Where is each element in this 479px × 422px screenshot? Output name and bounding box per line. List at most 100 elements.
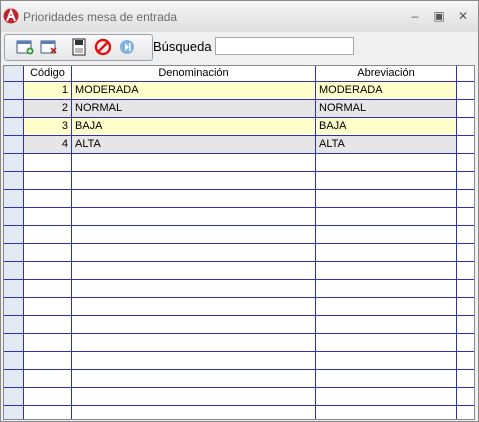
row-indicator[interactable] — [4, 208, 24, 226]
search-input[interactable] — [215, 37, 354, 55]
row-indicator[interactable] — [4, 100, 24, 118]
cell-denominacion[interactable] — [72, 226, 316, 244]
cell-abreviacion[interactable] — [316, 298, 457, 316]
cell-denominacion[interactable] — [72, 316, 316, 334]
row-indicator[interactable] — [4, 190, 24, 208]
cell-codigo[interactable]: 1 — [24, 82, 72, 100]
cell-spacer[interactable] — [457, 352, 474, 370]
row-indicator[interactable] — [4, 118, 24, 136]
cell-denominacion[interactable] — [72, 334, 316, 352]
cell-denominacion[interactable] — [72, 190, 316, 208]
cell-spacer[interactable] — [457, 172, 474, 190]
cell-spacer[interactable] — [457, 208, 474, 226]
cell-denominacion[interactable] — [72, 244, 316, 262]
cell-codigo[interactable] — [24, 406, 72, 419]
cell-abreviacion[interactable] — [316, 244, 457, 262]
cell-abreviacion[interactable] — [316, 370, 457, 388]
table-row[interactable] — [4, 208, 474, 226]
table-row[interactable] — [4, 262, 474, 280]
cell-spacer[interactable] — [457, 298, 474, 316]
cell-denominacion[interactable] — [72, 262, 316, 280]
cell-spacer[interactable] — [457, 190, 474, 208]
row-indicator[interactable] — [4, 298, 24, 316]
cell-codigo[interactable] — [24, 262, 72, 280]
minimize-icon[interactable]: – — [405, 7, 425, 25]
cell-spacer[interactable] — [457, 334, 474, 352]
cell-denominacion[interactable]: MODERADA — [72, 82, 316, 100]
calendar-delete-icon[interactable] — [39, 38, 59, 56]
cell-codigo[interactable] — [24, 244, 72, 262]
row-indicator[interactable] — [4, 82, 24, 100]
table-row[interactable] — [4, 388, 474, 406]
cell-abreviacion[interactable] — [316, 352, 457, 370]
row-indicator[interactable] — [4, 154, 24, 172]
cell-codigo[interactable] — [24, 316, 72, 334]
row-indicator[interactable] — [4, 262, 24, 280]
table-row[interactable]: 2 NORMAL NORMAL — [4, 100, 474, 118]
cell-denominacion[interactable]: NORMAL — [72, 100, 316, 118]
cell-denominacion[interactable] — [72, 154, 316, 172]
table-row[interactable] — [4, 244, 474, 262]
cell-spacer[interactable] — [457, 154, 474, 172]
cell-codigo[interactable] — [24, 172, 72, 190]
cell-abreviacion[interactable]: MODERADA — [316, 82, 457, 100]
table-row[interactable] — [4, 370, 474, 388]
table-row[interactable] — [4, 316, 474, 334]
cell-codigo[interactable] — [24, 388, 72, 406]
cell-codigo[interactable] — [24, 352, 72, 370]
cell-abreviacion[interactable]: BAJA — [316, 118, 457, 136]
cancel-icon[interactable] — [93, 38, 113, 56]
table-row[interactable] — [4, 334, 474, 352]
header-codigo[interactable]: Código — [24, 66, 72, 82]
cell-codigo[interactable] — [24, 280, 72, 298]
cell-spacer[interactable] — [457, 118, 474, 136]
cell-abreviacion[interactable]: NORMAL — [316, 100, 457, 118]
cell-spacer[interactable] — [457, 136, 474, 154]
cell-abreviacion[interactable] — [316, 334, 457, 352]
cell-codigo[interactable]: 2 — [24, 100, 72, 118]
cell-codigo[interactable] — [24, 154, 72, 172]
row-indicator[interactable] — [4, 244, 24, 262]
cell-codigo[interactable]: 3 — [24, 118, 72, 136]
table-row[interactable] — [4, 352, 474, 370]
cell-codigo[interactable] — [24, 370, 72, 388]
cell-spacer[interactable] — [457, 316, 474, 334]
cell-codigo[interactable] — [24, 208, 72, 226]
header-denominacion[interactable]: Denominación — [72, 66, 316, 82]
cell-denominacion[interactable] — [72, 388, 316, 406]
cell-spacer[interactable] — [457, 280, 474, 298]
cell-codigo[interactable] — [24, 334, 72, 352]
cell-abreviacion[interactable] — [316, 406, 457, 419]
row-indicator[interactable] — [4, 334, 24, 352]
table-row[interactable] — [4, 172, 474, 190]
cell-denominacion[interactable] — [72, 298, 316, 316]
cell-denominacion[interactable] — [72, 208, 316, 226]
cell-spacer[interactable] — [457, 100, 474, 118]
row-indicator[interactable] — [4, 352, 24, 370]
cell-codigo[interactable]: 4 — [24, 136, 72, 154]
table-row[interactable] — [4, 154, 474, 172]
table-row[interactable]: 1 MODERADA MODERADA — [4, 82, 474, 100]
cell-spacer[interactable] — [457, 388, 474, 406]
cell-spacer[interactable] — [457, 244, 474, 262]
cell-denominacion[interactable] — [72, 172, 316, 190]
table-row[interactable]: 3 BAJA BAJA — [4, 118, 474, 136]
maximize-icon[interactable]: ▣ — [429, 7, 449, 25]
row-indicator[interactable] — [4, 388, 24, 406]
cell-abreviacion[interactable] — [316, 388, 457, 406]
cell-spacer[interactable] — [457, 370, 474, 388]
row-indicator[interactable] — [4, 280, 24, 298]
cell-spacer[interactable] — [457, 226, 474, 244]
save-icon[interactable] — [69, 38, 89, 56]
cell-abreviacion[interactable] — [316, 172, 457, 190]
cell-denominacion[interactable]: BAJA — [72, 118, 316, 136]
title-bar[interactable]: Prioridades mesa de entrada – ▣ ✕ — [1, 1, 478, 32]
cell-abreviacion[interactable] — [316, 154, 457, 172]
cell-abreviacion[interactable] — [316, 208, 457, 226]
cell-denominacion[interactable] — [72, 280, 316, 298]
cell-denominacion[interactable] — [72, 406, 316, 419]
calendar-add-icon[interactable] — [15, 38, 35, 56]
cell-denominacion[interactable] — [72, 370, 316, 388]
row-indicator[interactable] — [4, 370, 24, 388]
cell-abreviacion[interactable] — [316, 280, 457, 298]
